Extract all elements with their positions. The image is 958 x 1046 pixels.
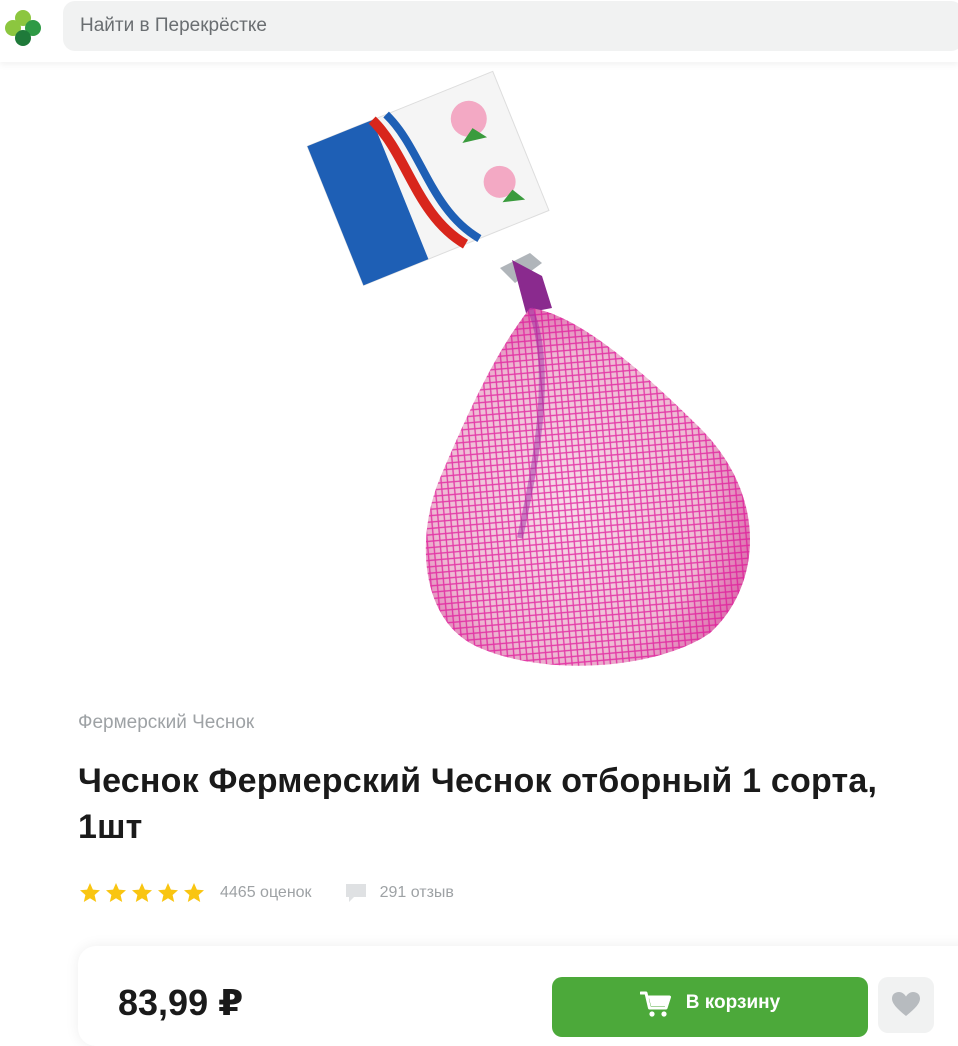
add-to-cart-label: В корзину xyxy=(685,992,781,1013)
header: Найти в Перекрёстке xyxy=(0,0,958,62)
add-to-favorites-button[interactable] xyxy=(878,977,934,1033)
star-icon xyxy=(158,883,178,902)
reviews-count-link[interactable]: 291 отзыв xyxy=(380,884,454,902)
product-brand-link[interactable]: Фермерский Чеснок xyxy=(78,712,254,734)
heart-icon xyxy=(892,992,920,1016)
search-placeholder: Найти в Перекрёстке xyxy=(80,15,267,36)
perekrestok-logo-icon[interactable] xyxy=(0,4,48,52)
shopping-cart-icon xyxy=(639,991,671,1017)
add-to-cart-button[interactable]: В корзину xyxy=(552,977,868,1037)
search-input[interactable]: Найти в Перекрёстке xyxy=(63,1,958,51)
product-image[interactable] xyxy=(290,68,770,678)
product-title: Чеснок Фермерский Чеснок отборный 1 сорт… xyxy=(78,762,878,846)
rating-row: 4465 оценок 291 отзыв xyxy=(78,880,454,906)
speech-bubble-icon xyxy=(345,884,366,902)
product-price: 83,99 ₽ xyxy=(118,982,244,1023)
star-icon xyxy=(184,883,204,902)
star-icon xyxy=(132,883,152,902)
rating-stars[interactable] xyxy=(78,881,206,905)
star-icon xyxy=(80,883,100,902)
star-icon xyxy=(106,883,126,902)
ratings-count[interactable]: 4465 оценок xyxy=(220,884,312,902)
